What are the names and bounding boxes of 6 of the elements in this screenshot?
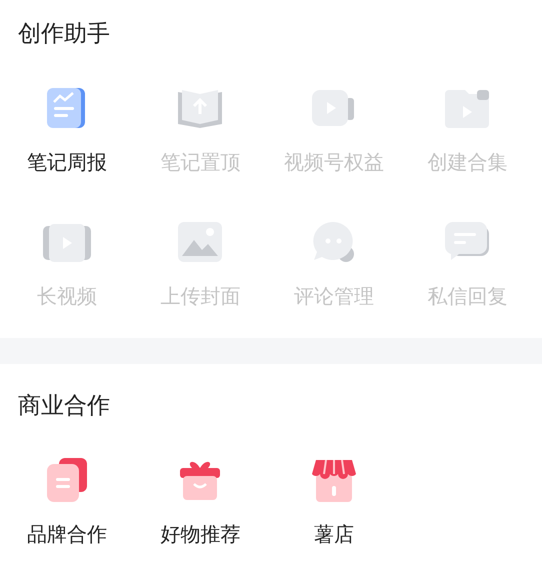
section-title: 创作助手 — [17, 19, 111, 48]
tool-item[interactable]: 笔记周报 — [0, 82, 134, 176]
section-title: 商业合作 — [17, 391, 111, 420]
tool-item[interactable]: 好物推荐 — [134, 454, 267, 548]
tool-item[interactable]: 薯店 — [267, 454, 400, 548]
tool-item[interactable]: 品牌合作 — [0, 454, 134, 548]
